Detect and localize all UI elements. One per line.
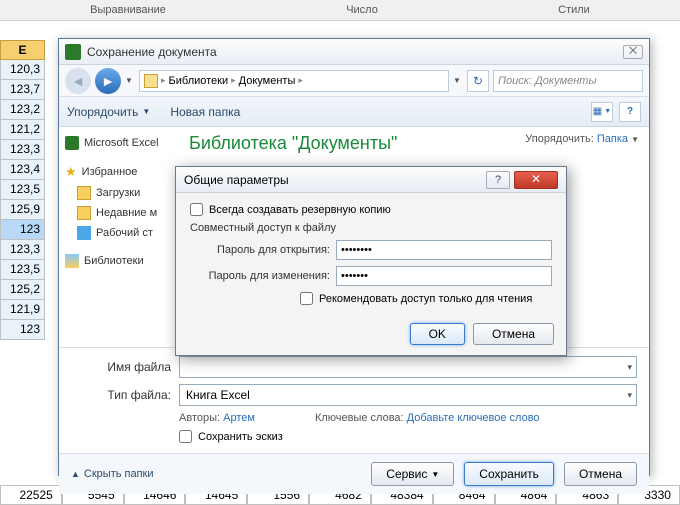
column-header-e[interactable]: E	[0, 40, 45, 60]
ribbon-styles: Стили	[538, 4, 610, 16]
arrange-by[interactable]: Упорядочить: Папка ▼	[525, 133, 639, 145]
ribbon-number: Число	[326, 4, 398, 16]
chevron-down-icon: ▼	[142, 107, 150, 116]
share-label: Совместный доступ к файлу	[190, 222, 552, 234]
close-button[interactable]: ✕	[514, 171, 558, 189]
titlebar: Сохранение документа ⨉	[59, 39, 649, 65]
grid-cell[interactable]: 123,4	[0, 160, 45, 180]
grid-cell[interactable]: 123,3	[0, 140, 45, 160]
libraries-icon	[65, 254, 79, 268]
grid-cell[interactable]: 123,2	[0, 100, 45, 120]
desktop-icon	[77, 226, 91, 240]
ribbon-align: Выравнивание	[70, 4, 186, 16]
gen-cancel-button[interactable]: Отмена	[473, 323, 554, 345]
filetype-select[interactable]: Книга Excel ▾	[179, 384, 637, 406]
pw-open-label: Пароль для открытия:	[190, 244, 330, 256]
grid-cell[interactable]: 121,9	[0, 300, 45, 320]
filename-label: Имя файла	[71, 360, 171, 374]
readonly-checkbox[interactable]	[300, 292, 313, 305]
grid-cell[interactable]: 123,7	[0, 80, 45, 100]
folder-icon	[144, 74, 158, 88]
bottom-form: Имя файла ▾ Тип файла: Книга Excel ▾ Авт…	[59, 347, 649, 453]
dialog-title: Сохранение документа	[87, 45, 217, 59]
history-dropdown-icon[interactable]: ▼	[125, 76, 135, 85]
tools-button[interactable]: Сервис▼	[371, 462, 454, 486]
chevron-right-icon: ▸	[231, 75, 236, 86]
grid-cell[interactable]: 120,3	[0, 60, 45, 80]
keywords-label: Ключевые слова:	[315, 412, 404, 424]
chevron-up-icon: ▲	[71, 469, 80, 479]
refresh-button[interactable]: ↻	[467, 70, 489, 92]
grid-cell[interactable]: 123	[0, 220, 45, 240]
chevron-down-icon: ▾	[627, 362, 632, 373]
new-folder-button[interactable]: Новая папка	[170, 105, 240, 119]
grid-cell[interactable]: 123,3	[0, 240, 45, 260]
path-dropdown-icon[interactable]: ▼	[453, 76, 463, 85]
toolbar: Упорядочить▼ Новая папка ▦▼ ?	[59, 97, 649, 127]
filename-input[interactable]: ▾	[179, 356, 637, 378]
grid-cell[interactable]: 123	[0, 320, 45, 340]
folder-icon	[77, 186, 91, 200]
save-thumbnail-label: Сохранить эскиз	[198, 431, 283, 443]
help-button[interactable]: ?	[486, 171, 510, 189]
sidebar-item-favorites[interactable]: ★ Избранное	[63, 161, 175, 183]
excel-icon	[65, 136, 79, 150]
backup-label: Всегда создавать резервную копию	[209, 204, 391, 216]
grid-cell[interactable]: 125,2	[0, 280, 45, 300]
chevron-right-icon: ▸	[161, 75, 166, 86]
save-thumbnail-checkbox[interactable]	[179, 430, 192, 443]
forward-button[interactable]: ►	[95, 68, 121, 94]
folder-icon	[77, 206, 91, 220]
hide-folders-button[interactable]: ▲ Скрыть папки	[71, 468, 154, 480]
sidebar-item-excel[interactable]: Microsoft Excel	[63, 133, 175, 153]
keywords-value[interactable]: Добавьте ключевое слово	[407, 412, 540, 424]
save-button[interactable]: Сохранить	[464, 462, 554, 486]
organize-button[interactable]: Упорядочить▼	[67, 105, 150, 119]
chevron-down-icon: ▾	[627, 390, 632, 401]
pw-open-input[interactable]	[336, 240, 552, 260]
backup-checkbox[interactable]	[190, 203, 203, 216]
filetype-label: Тип файла:	[71, 388, 171, 402]
search-input[interactable]: Поиск: Документы	[493, 70, 643, 92]
sidebar-item-desktop[interactable]: Рабочий ст	[63, 223, 175, 243]
grid-cell[interactable]: 22525	[0, 485, 62, 505]
nav-row: ◄ ► ▼ ▸ Библиотеки ▸ Документы ▸ ▼ ↻ Пои…	[59, 65, 649, 97]
close-icon[interactable]: ⨉	[623, 45, 643, 59]
gen-titlebar: Общие параметры ? ✕	[176, 167, 566, 193]
sidebar-item-recent[interactable]: Недавние м	[63, 203, 175, 223]
view-button[interactable]: ▦▼	[591, 102, 613, 122]
grid-cell[interactable]: 121,2	[0, 120, 45, 140]
help-button[interactable]: ?	[619, 102, 641, 122]
sidebar: Microsoft Excel ★ Избранное Загрузки Нед…	[59, 127, 179, 347]
footer: ▲ Скрыть папки Сервис▼ Сохранить Отмена	[59, 453, 649, 494]
pw-modify-label: Пароль для изменения:	[190, 270, 330, 282]
cancel-button[interactable]: Отмена	[564, 462, 637, 486]
star-icon: ★	[65, 164, 77, 180]
authors-value[interactable]: Артем	[223, 412, 255, 424]
breadcrumb-root[interactable]: Библиотеки	[169, 75, 229, 87]
gen-title-text: Общие параметры	[184, 173, 289, 187]
ok-button[interactable]: OK	[410, 323, 465, 345]
grid-cell[interactable]: 125,9	[0, 200, 45, 220]
grid-cell[interactable]: 123,5	[0, 260, 45, 280]
breadcrumb[interactable]: ▸ Библиотеки ▸ Документы ▸	[139, 70, 449, 92]
grid-column: 120,3123,7123,2121,2123,3123,4123,5125,9…	[0, 60, 45, 340]
back-button[interactable]: ◄	[65, 68, 91, 94]
chevron-down-icon: ▼	[431, 470, 439, 479]
sidebar-item-libraries[interactable]: Библиотеки	[63, 251, 175, 271]
authors-label: Авторы:	[179, 412, 220, 424]
search-placeholder: Поиск: Документы	[498, 75, 597, 87]
sidebar-item-downloads[interactable]: Загрузки	[63, 183, 175, 203]
grid-cell[interactable]: 123,5	[0, 180, 45, 200]
chevron-right-icon: ▸	[298, 75, 303, 86]
readonly-label: Рекомендовать доступ только для чтения	[319, 293, 532, 305]
general-options-dialog: Общие параметры ? ✕ Всегда создавать рез…	[175, 166, 567, 356]
excel-icon	[65, 44, 81, 60]
breadcrumb-folder[interactable]: Документы	[239, 75, 296, 87]
pw-modify-input[interactable]	[336, 266, 552, 286]
ribbon-groups: Выравнивание Число Стили	[0, 0, 680, 21]
